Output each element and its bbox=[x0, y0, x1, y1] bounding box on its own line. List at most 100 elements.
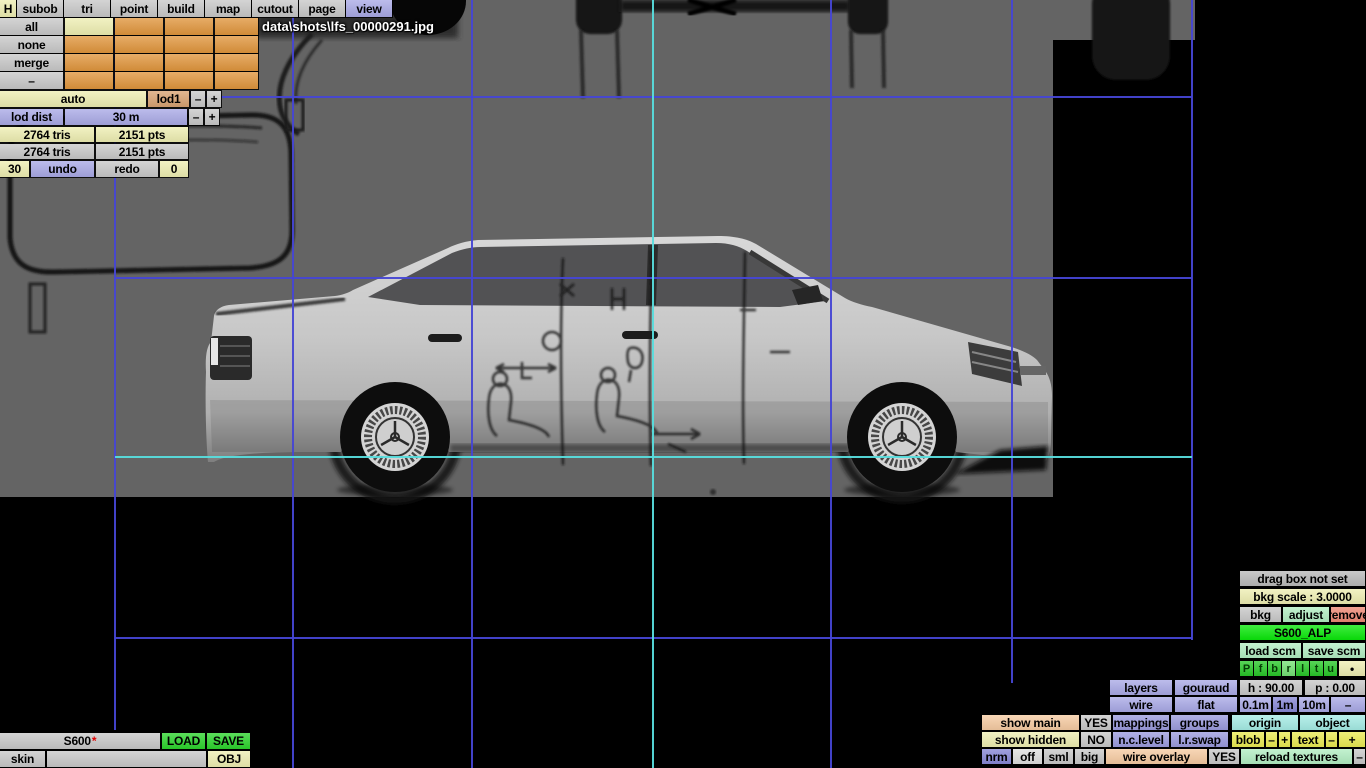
skin-button[interactable]: skin bbox=[0, 751, 45, 767]
view-perspective-button[interactable]: P bbox=[1240, 661, 1253, 676]
tab-point[interactable]: point bbox=[111, 0, 157, 17]
modified-marker: * bbox=[91, 734, 97, 748]
show-main-value[interactable]: YES bbox=[1081, 715, 1111, 730]
obj-export-button[interactable]: OBJ bbox=[208, 751, 250, 767]
subobj-cell[interactable] bbox=[165, 36, 213, 53]
tris-selected-count: 2764 tris bbox=[0, 127, 94, 142]
tab-page[interactable]: page bbox=[299, 0, 345, 17]
layers-button[interactable]: layers bbox=[1110, 680, 1172, 695]
heading-value[interactable]: h : 90.00 bbox=[1240, 680, 1302, 695]
mappings-button[interactable]: mappings bbox=[1113, 715, 1169, 730]
save-button[interactable]: SAVE bbox=[207, 733, 250, 749]
groups-button[interactable]: groups bbox=[1171, 715, 1228, 730]
shading-flat-button[interactable]: flat bbox=[1175, 697, 1237, 712]
bkg-image-name[interactable]: S600_ALP bbox=[1240, 625, 1365, 640]
blob-button[interactable]: blob bbox=[1232, 732, 1264, 747]
show-hidden-button[interactable]: show hidden bbox=[982, 732, 1079, 747]
blob-plus-button[interactable]: + bbox=[1279, 732, 1290, 747]
grid-01m-button[interactable]: 0.1m bbox=[1240, 697, 1271, 712]
subobj-cell[interactable] bbox=[115, 36, 163, 53]
subobj-cell[interactable] bbox=[215, 54, 258, 71]
subobj-cell[interactable] bbox=[215, 18, 258, 35]
lod-dist-label: lod dist bbox=[0, 109, 63, 125]
tab-tri[interactable]: tri bbox=[64, 0, 110, 17]
tab-subob[interactable]: subob bbox=[17, 0, 63, 17]
skin-name-field[interactable] bbox=[47, 751, 206, 767]
show-main-button[interactable]: show main bbox=[982, 715, 1079, 730]
nrm-sml-button[interactable]: sml bbox=[1044, 749, 1073, 764]
bkg-remove-button[interactable]: remove bbox=[1331, 607, 1365, 622]
view-left-button[interactable]: l bbox=[1296, 661, 1309, 676]
grid-minus-button[interactable]: – bbox=[1331, 697, 1365, 712]
subobj-cell[interactable] bbox=[215, 36, 258, 53]
bkg-button[interactable]: bkg bbox=[1240, 607, 1281, 622]
nc-level-button[interactable]: n.c.level bbox=[1113, 732, 1169, 747]
show-hidden-value[interactable]: NO bbox=[1081, 732, 1111, 747]
redo-button[interactable]: redo bbox=[96, 161, 158, 177]
subobj-merge-button[interactable]: merge bbox=[0, 54, 63, 71]
subobj-cell[interactable] bbox=[115, 54, 163, 71]
load-scm-button[interactable]: load scm bbox=[1240, 643, 1301, 658]
view-right-button-active[interactable]: r bbox=[1282, 661, 1295, 676]
subobj-cell-selected[interactable] bbox=[65, 18, 113, 35]
view-front-button[interactable]: f bbox=[1254, 661, 1267, 676]
subobj-all-button[interactable]: all bbox=[0, 18, 63, 35]
text-button[interactable]: text bbox=[1292, 732, 1324, 747]
lod-current-button[interactable]: lod1 bbox=[148, 91, 189, 107]
view-top-button[interactable]: t bbox=[1310, 661, 1323, 676]
subobj-cell[interactable] bbox=[165, 18, 213, 35]
subobj-cell[interactable] bbox=[215, 72, 258, 89]
view-dot-button[interactable]: • bbox=[1339, 661, 1365, 676]
tab-map[interactable]: map bbox=[205, 0, 251, 17]
blob-minus-button[interactable]: – bbox=[1266, 732, 1277, 747]
tris-total-count: 2764 tris bbox=[0, 144, 94, 159]
origin-button[interactable]: origin bbox=[1232, 715, 1298, 730]
wire-button[interactable]: wire bbox=[1110, 697, 1172, 712]
shading-gouraud-button[interactable]: gouraud bbox=[1175, 680, 1237, 695]
nrm-big-button[interactable]: big bbox=[1075, 749, 1104, 764]
nrm-button-active[interactable]: nrm bbox=[982, 749, 1011, 764]
subobj-cell[interactable] bbox=[65, 72, 113, 89]
lod-auto-button[interactable]: auto bbox=[0, 91, 146, 107]
lod-plus-button[interactable]: + bbox=[207, 91, 221, 107]
text-plus-button[interactable]: + bbox=[1339, 732, 1365, 747]
subobj-cell[interactable] bbox=[165, 54, 213, 71]
object-button[interactable]: object bbox=[1300, 715, 1365, 730]
view-back-button[interactable]: b bbox=[1268, 661, 1281, 676]
wire-overlay-value[interactable]: YES bbox=[1209, 749, 1239, 764]
model-name-button[interactable]: S600 * bbox=[0, 733, 160, 749]
bkg-adjust-button[interactable]: adjust bbox=[1283, 607, 1329, 622]
pitch-value[interactable]: p : 0.00 bbox=[1305, 680, 1365, 695]
grid-10m-button[interactable]: 10m bbox=[1299, 697, 1329, 712]
reload-textures-button[interactable]: reload textures bbox=[1241, 749, 1352, 764]
tab-cutout[interactable]: cutout bbox=[252, 0, 298, 17]
undo-button[interactable]: undo bbox=[31, 161, 94, 177]
lod-dist-value[interactable]: 30 m bbox=[65, 109, 187, 125]
lod-minus-button[interactable]: – bbox=[191, 91, 205, 107]
subobj-cell[interactable] bbox=[165, 72, 213, 89]
lod-dist-plus-button[interactable]: + bbox=[205, 109, 219, 125]
subobj-cell[interactable] bbox=[65, 36, 113, 53]
redo-count: 0 bbox=[160, 161, 188, 177]
bkg-scale-value[interactable]: bkg scale : 3.0000 bbox=[1240, 589, 1365, 604]
reload-minus-button[interactable]: – bbox=[1354, 749, 1365, 764]
subobj-none-button[interactable]: none bbox=[0, 36, 63, 53]
subobj-cell[interactable] bbox=[115, 18, 163, 35]
tab-view-active[interactable]: view bbox=[346, 0, 392, 17]
tab-build[interactable]: build bbox=[158, 0, 204, 17]
lr-swap-button[interactable]: l.r.swap bbox=[1171, 732, 1228, 747]
background-image-filename: data\shots\lfs_00000291.jpg bbox=[262, 19, 434, 34]
subobj-minus-button[interactable]: – bbox=[0, 72, 63, 89]
lod-dist-minus-button[interactable]: – bbox=[189, 109, 203, 125]
subobj-cell[interactable] bbox=[115, 72, 163, 89]
save-scm-button[interactable]: save scm bbox=[1303, 643, 1365, 658]
nrm-off-button[interactable]: off bbox=[1013, 749, 1042, 764]
view-under-button[interactable]: u bbox=[1324, 661, 1337, 676]
load-button[interactable]: LOAD bbox=[162, 733, 205, 749]
grid-1m-button-active[interactable]: 1m bbox=[1273, 697, 1297, 712]
subobj-cell[interactable] bbox=[65, 54, 113, 71]
tab-h[interactable]: H bbox=[0, 0, 16, 17]
wire-overlay-button[interactable]: wire overlay bbox=[1106, 749, 1207, 764]
text-minus-button[interactable]: – bbox=[1326, 732, 1337, 747]
pts-total-count: 2151 pts bbox=[96, 144, 188, 159]
